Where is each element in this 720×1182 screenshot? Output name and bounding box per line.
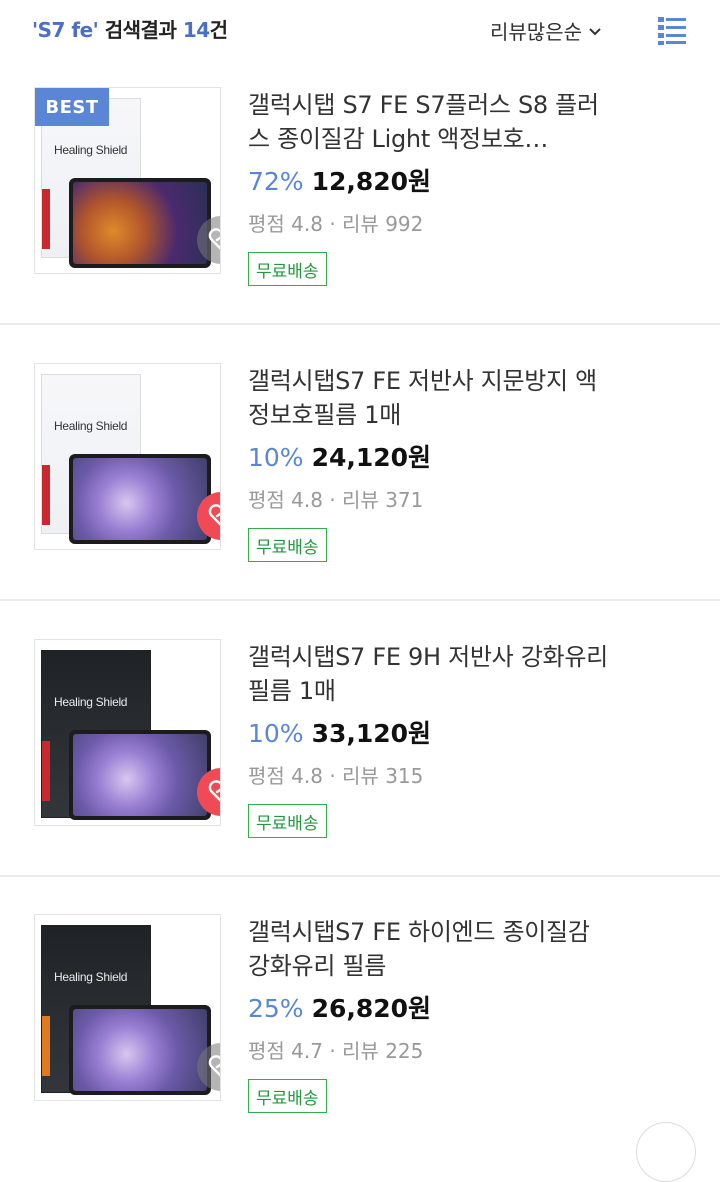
tablet-image [69,178,211,268]
list-view-icon[interactable] [656,14,688,46]
free-shipping-badge: 무료배송 [248,804,327,838]
price-row: 72% 12,820원 [248,162,431,198]
scroll-top-button[interactable] [636,1122,696,1182]
price: 24,120원 [311,443,432,472]
product-image[interactable]: Healing Shield BEST [34,87,221,274]
tablet-image [69,1005,211,1095]
result-count-suffix: 건 [209,18,228,42]
heart-icon [208,504,220,526]
price: 33,120원 [311,719,432,748]
result-label: 검색결과 [98,18,183,42]
product-title[interactable]: 갤럭시탭 S7 FE S7플러스 S8 플러스 종이질감 Light 액정보호… [248,88,618,156]
tablet-image [69,730,211,820]
sort-dropdown[interactable]: 리뷰많은순 [490,16,602,45]
price: 26,820원 [311,994,432,1023]
heart-icon [208,228,220,250]
heart-icon [208,780,220,802]
discount-rate: 72% [248,167,304,196]
rating-review: 평점 4.8 · 리뷰 992 [248,212,424,236]
price-row: 10% 33,120원 [248,714,431,750]
package-stripe [42,1016,50,1076]
product-image[interactable]: Healing Shield [34,914,221,1101]
discount-rate: 25% [248,994,304,1023]
product-title[interactable]: 갤럭시탭S7 FE 저반사 지문방지 액정보호필름 1매 [248,364,618,432]
search-result-summary: 'S7 fe' 검색결과 14건 [32,14,228,43]
product-card[interactable]: Healing Shield 갤럭시탭S7 FE 저반사 지문방지 액정보호필름… [0,336,720,611]
search-header: 'S7 fe' 검색결과 14건 리뷰많은순 [0,0,720,60]
free-shipping-badge: 무료배송 [248,252,327,286]
free-shipping-badge: 무료배송 [248,1079,327,1113]
search-query: 'S7 fe' [32,18,99,42]
rating-review: 평점 4.7 · 리뷰 225 [248,1039,424,1063]
divider [0,323,720,325]
best-badge: BEST [35,88,109,126]
product-image[interactable]: Healing Shield [34,639,221,826]
result-count: 14 [182,18,210,42]
tablet-image [69,454,211,544]
product-title[interactable]: 갤럭시탭S7 FE 9H 저반사 강화유리필름 1매 [248,640,618,708]
rating-review: 평점 4.8 · 리뷰 371 [248,488,424,512]
price: 12,820원 [311,167,432,196]
package-stripe [42,465,50,525]
brand-logo: Healing Shield [54,143,128,157]
discount-rate: 10% [248,443,304,472]
divider [0,875,720,877]
brand-logo: Healing Shield [54,695,128,709]
sort-label: 리뷰많은순 [490,20,582,44]
free-shipping-badge: 무료배송 [248,528,327,562]
brand-logo: Healing Shield [54,970,128,984]
discount-rate: 10% [248,719,304,748]
package-stripe [42,741,50,801]
divider [0,599,720,601]
rating-review: 평점 4.8 · 리뷰 315 [248,764,424,788]
price-row: 25% 26,820원 [248,989,431,1025]
product-card[interactable]: Healing Shield BEST 갤럭시탭 S7 FE S7플러스 S8 … [0,60,720,335]
price-row: 10% 24,120원 [248,438,431,474]
product-title[interactable]: 갤럭시탭S7 FE 하이엔드 종이질감 강화유리 필름 [248,915,618,983]
product-card[interactable]: Healing Shield 갤럭시탭S7 FE 9H 저반사 강화유리필름 1… [0,612,720,887]
brand-logo: Healing Shield [54,419,128,433]
product-image[interactable]: Healing Shield [34,363,221,550]
package-stripe [42,189,50,249]
heart-icon [208,1055,220,1077]
chevron-down-icon [589,27,601,35]
product-card[interactable]: Healing Shield 갤럭시탭S7 FE 하이엔드 종이질감 강화유리 … [0,887,720,1162]
